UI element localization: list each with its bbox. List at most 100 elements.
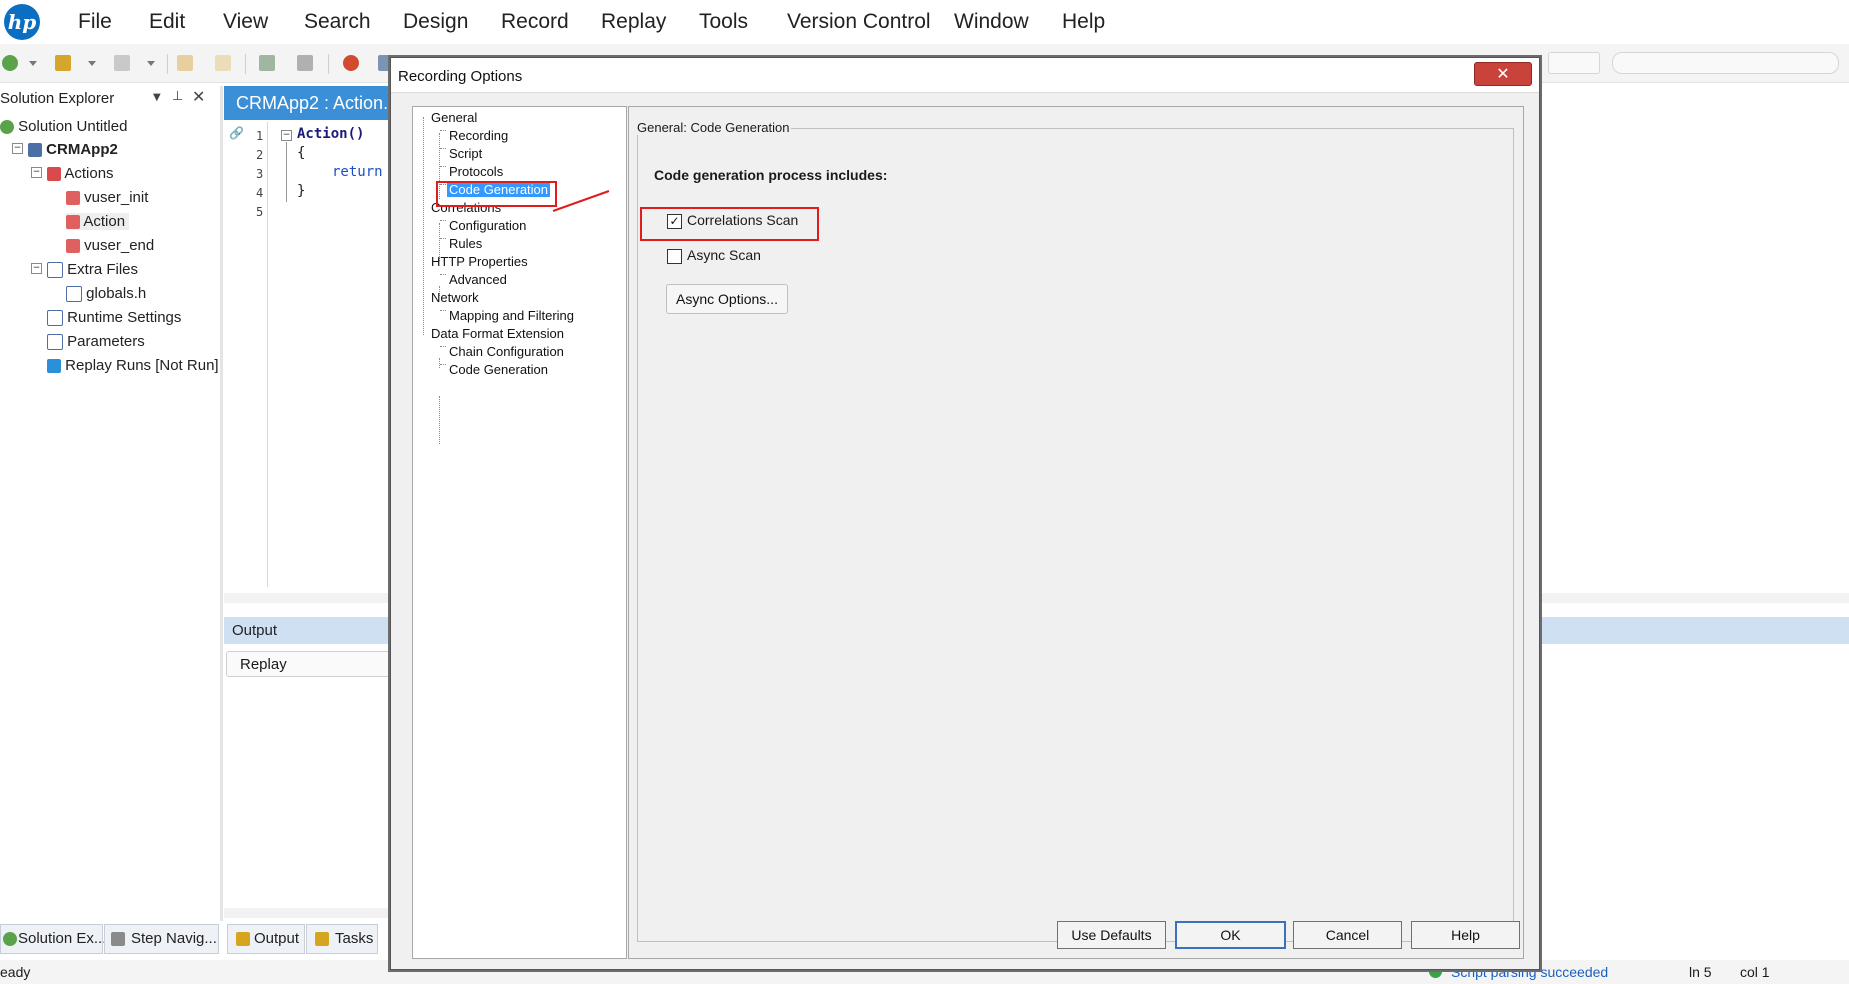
- tree-option-mapping-filtering[interactable]: Mapping and Filtering: [449, 308, 574, 323]
- help-button[interactable]: Help: [1411, 921, 1520, 949]
- tree-item-vuser-end[interactable]: vuser_end: [66, 237, 154, 254]
- line-number: 4: [256, 186, 264, 200]
- pin-icon[interactable]: ⊥: [172, 89, 183, 104]
- tree-item-crmapp2[interactable]: CRMApp2: [28, 141, 118, 158]
- editor-tab[interactable]: CRMApp2 : Action.c: [224, 86, 397, 120]
- record-icon[interactable]: [343, 55, 359, 71]
- async-scan-checkbox[interactable]: [667, 249, 682, 264]
- menu-view[interactable]: View: [223, 10, 268, 34]
- menu-window[interactable]: Window: [954, 10, 1029, 34]
- tree-item-parameters[interactable]: Parameters: [47, 333, 145, 351]
- toolbar-search-box[interactable]: [1612, 52, 1839, 74]
- redo-icon[interactable]: [215, 55, 231, 71]
- tree-item-actions[interactable]: Actions: [47, 165, 114, 182]
- tree-option-recording[interactable]: Recording: [449, 128, 508, 143]
- new-solution-icon[interactable]: [2, 55, 18, 71]
- collapse-icon[interactable]: −: [31, 167, 42, 178]
- menu-edit[interactable]: Edit: [149, 10, 185, 34]
- tree-item-runtime-settings[interactable]: Runtime Settings: [47, 309, 181, 327]
- tree-item-solution[interactable]: Solution Untitled: [0, 118, 127, 135]
- toolbar-combo[interactable]: [1548, 52, 1600, 74]
- dropdown-arrow-icon[interactable]: [147, 61, 155, 66]
- dropdown-arrow-icon[interactable]: [29, 61, 37, 66]
- tab-step-navigator[interactable]: Step Navig...: [104, 924, 219, 954]
- new-script-icon[interactable]: [55, 55, 71, 71]
- correlations-scan-label[interactable]: Correlations Scan: [687, 212, 798, 228]
- solution-tree: Solution Untitled − CRMApp2 − Actions vu…: [0, 112, 220, 922]
- tree-option-chain-configuration[interactable]: Chain Configuration: [449, 344, 564, 359]
- tree-guide: [440, 274, 446, 275]
- line-number: 5: [256, 205, 264, 219]
- tree-guide: [440, 364, 446, 365]
- dialog-title-bar[interactable]: Recording Options ✕: [391, 58, 1539, 93]
- tab-label: Output: [254, 930, 300, 947]
- dropdown-arrow-icon[interactable]: [88, 61, 96, 66]
- menu-replay[interactable]: Replay: [601, 10, 666, 34]
- tree-option-protocols[interactable]: Protocols: [449, 164, 503, 179]
- fold-icon[interactable]: −: [281, 130, 292, 141]
- view-icon[interactable]: [297, 55, 313, 71]
- toolbar-separator: [245, 54, 246, 74]
- tree-guide: [440, 220, 446, 221]
- tab-solution-explorer[interactable]: Solution Ex...: [0, 924, 106, 954]
- tree-item-globals[interactable]: globals.h: [66, 285, 146, 303]
- menu-version-control[interactable]: Version Control: [787, 10, 931, 34]
- pane-splitter[interactable]: [220, 86, 223, 921]
- tree-guide: [440, 166, 446, 167]
- menu-record[interactable]: Record: [501, 10, 569, 34]
- correlations-scan-checkbox[interactable]: ✓: [667, 214, 682, 229]
- tree-option-data-format-extension[interactable]: Data Format Extension: [431, 326, 564, 341]
- cancel-button[interactable]: Cancel: [1293, 921, 1402, 949]
- menu-tools[interactable]: Tools: [699, 10, 748, 34]
- editor-hscroll[interactable]: [224, 593, 390, 603]
- pane-dropdown-icon[interactable]: ▼: [153, 92, 161, 103]
- menu-file[interactable]: File: [78, 10, 112, 34]
- tree-item-vuser-init[interactable]: vuser_init: [66, 189, 148, 206]
- async-options-button[interactable]: Async Options...: [666, 284, 788, 314]
- tree-item-action[interactable]: Action: [66, 213, 130, 230]
- code-generation-heading: Code generation process includes:: [654, 167, 888, 183]
- tree-guide: [440, 238, 446, 239]
- folder-icon: [47, 262, 63, 279]
- tree-guide: [423, 117, 424, 335]
- close-icon[interactable]: ✕: [1474, 62, 1532, 86]
- output-content[interactable]: [224, 680, 390, 910]
- async-scan-label[interactable]: Async Scan: [687, 247, 761, 263]
- tree-option-script[interactable]: Script: [449, 146, 482, 161]
- tree-option-advanced[interactable]: Advanced: [449, 272, 507, 287]
- save-icon[interactable]: [114, 55, 130, 71]
- tab-tasks[interactable]: Tasks: [306, 924, 378, 954]
- editor-hscroll-right[interactable]: [1540, 593, 1849, 603]
- tree-guide: [440, 130, 446, 131]
- ok-button[interactable]: OK: [1175, 921, 1286, 949]
- tab-output[interactable]: Output: [227, 924, 305, 954]
- tree-option-rules[interactable]: Rules: [449, 236, 482, 251]
- menu-design[interactable]: Design: [403, 10, 468, 34]
- tree-item-label: vuser_end: [84, 237, 155, 254]
- collapse-icon[interactable]: −: [31, 263, 42, 274]
- gutter-divider: [267, 122, 268, 587]
- tree-option-network[interactable]: Network: [431, 290, 479, 305]
- action-icon: [66, 191, 80, 206]
- tree-option-http-properties[interactable]: HTTP Properties: [431, 254, 528, 269]
- compile-icon[interactable]: [259, 55, 275, 71]
- toolbar-separator: [167, 54, 168, 74]
- output-filter-dropdown[interactable]: Replay: [226, 651, 392, 677]
- tree-option-configuration[interactable]: Configuration: [449, 218, 526, 233]
- code-editor[interactable]: 🔗 1 2 3 4 5 − Action() { return }: [224, 122, 390, 592]
- menu-help[interactable]: Help: [1062, 10, 1105, 34]
- tab-label: Tasks: [335, 930, 374, 947]
- collapse-icon[interactable]: −: [12, 143, 23, 154]
- use-defaults-button[interactable]: Use Defaults: [1057, 921, 1166, 949]
- play-icon: [47, 359, 61, 374]
- tree-option-general[interactable]: General: [431, 110, 477, 125]
- output-hscroll[interactable]: [224, 908, 390, 918]
- menu-bar: hp File Edit View Search Design Record R…: [0, 0, 1849, 44]
- undo-icon[interactable]: [177, 55, 193, 71]
- tree-option-dfe-code-generation[interactable]: Code Generation: [449, 362, 548, 377]
- tree-item-replay-runs[interactable]: Replay Runs [Not Run]: [47, 357, 219, 374]
- menu-search[interactable]: Search: [304, 10, 371, 34]
- action-icon: [66, 215, 80, 230]
- tree-item-extra-files[interactable]: Extra Files: [47, 261, 138, 279]
- close-pane-icon[interactable]: ✕: [192, 87, 205, 106]
